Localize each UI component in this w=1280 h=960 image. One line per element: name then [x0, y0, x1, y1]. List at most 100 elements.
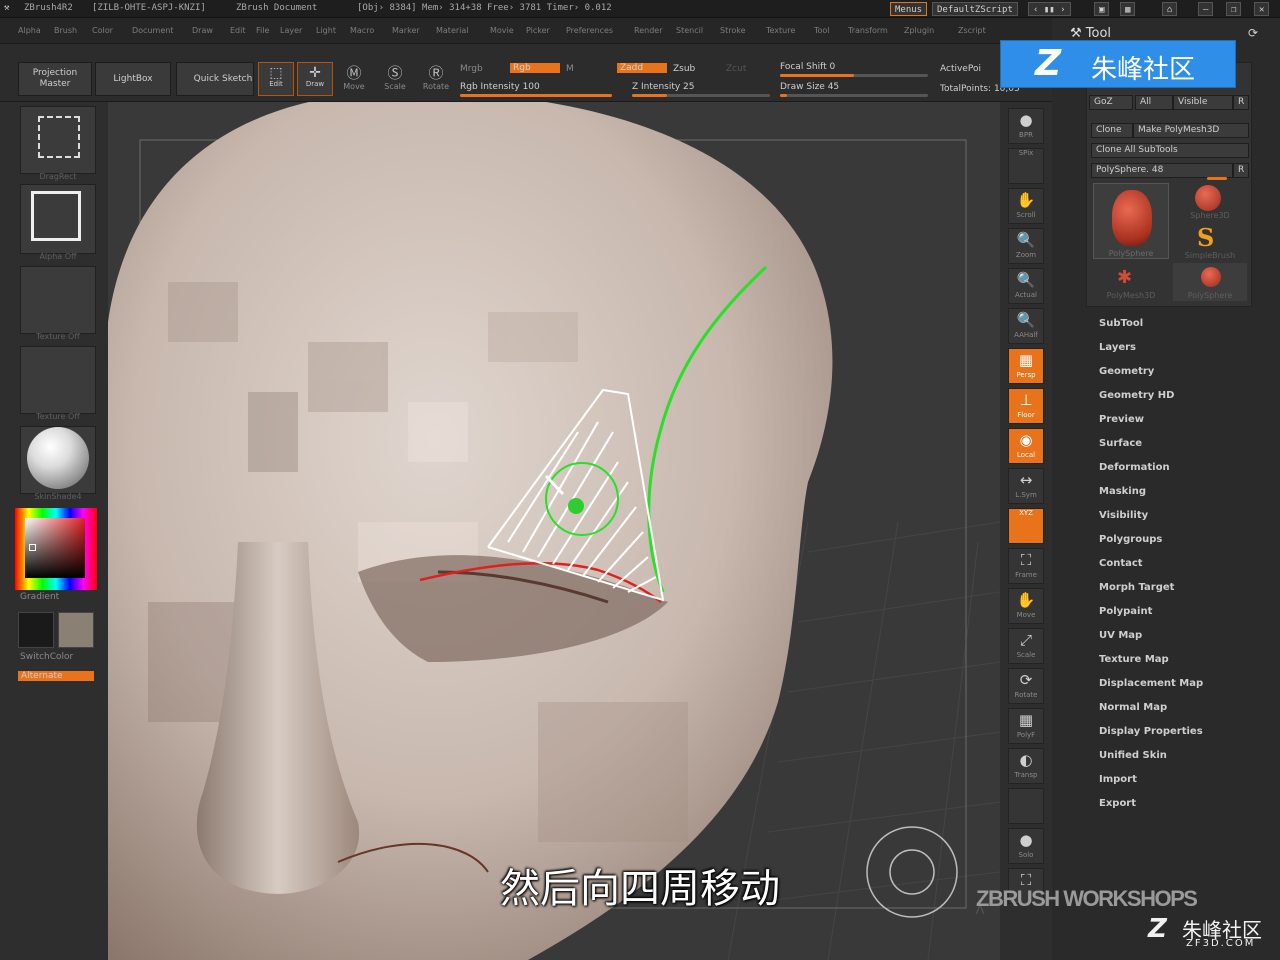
quick-sketch-button[interactable]: Quick Sketch [176, 62, 254, 96]
tool-menu-morph-target[interactable]: Morph Target [1099, 582, 1174, 593]
menu-render[interactable]: Render [634, 26, 662, 35]
tool-menu-layers[interactable]: Layers [1099, 342, 1136, 353]
menu-layer[interactable]: Layer [280, 26, 302, 35]
zoom-button[interactable]: 🔍 Zoom [1008, 228, 1044, 264]
goz-button[interactable]: GoZ [1089, 95, 1133, 110]
move-button[interactable]: Ⓜ Move [340, 64, 368, 91]
switchcolor-button[interactable]: SwitchColor [20, 652, 73, 662]
stroke-selector[interactable] [20, 106, 96, 174]
clone-button[interactable]: Clone [1091, 123, 1133, 138]
menu-texture[interactable]: Texture [766, 26, 795, 35]
make-polymesh-button[interactable]: Make PolyMesh3D [1133, 123, 1249, 138]
menu-zplugin[interactable]: Zplugin [904, 26, 934, 35]
refresh-icon[interactable]: ⟳ [1248, 26, 1258, 40]
menus-button[interactable]: Menus [890, 2, 928, 16]
nav-arrows-icon[interactable]: ‹ ▮▮ › [1028, 2, 1071, 16]
tool-menu-polypaint[interactable]: Polypaint [1099, 606, 1152, 617]
menu-file[interactable]: File [256, 26, 269, 35]
transp-button[interactable]: ◐ Transp [1008, 748, 1044, 784]
tool-menu-geometry[interactable]: Geometry [1099, 366, 1154, 377]
menu-transform[interactable]: Transform [848, 26, 888, 35]
default-script-button[interactable]: DefaultZScript [932, 2, 1018, 16]
color-picker-cursor[interactable] [29, 544, 36, 551]
rgb-toggle[interactable]: Rgb [510, 63, 560, 73]
menu-brush[interactable]: Brush [54, 26, 77, 35]
tool-menu-displacement-map[interactable]: Displacement Map [1099, 678, 1203, 689]
menu-light[interactable]: Light [316, 26, 336, 35]
simplebrush-thumb-icon[interactable]: S [1197, 223, 1214, 252]
tool-palette-title[interactable]: ⚒ Tool [1070, 26, 1111, 41]
menu-color[interactable]: Color [92, 26, 113, 35]
current-tool-slider[interactable]: PolySphere. 48 [1091, 163, 1233, 178]
tool-menu-contact[interactable]: Contact [1099, 558, 1143, 569]
main-color-swatch[interactable] [18, 612, 54, 648]
tool-menu-import[interactable]: Import [1099, 774, 1137, 785]
m-toggle[interactable]: M [566, 64, 574, 74]
scroll-button[interactable]: ✋ Scroll [1008, 188, 1044, 224]
tool-menu-texture-map[interactable]: Texture Map [1099, 654, 1169, 665]
rgb-intensity-track[interactable] [460, 94, 612, 97]
mrgb-toggle[interactable]: Mrgb [460, 64, 483, 74]
tool-menu-preview[interactable]: Preview [1099, 414, 1144, 425]
menu-preferences[interactable]: Preferences [566, 26, 613, 35]
z-intensity-slider[interactable]: Z Intensity 25 [632, 82, 695, 92]
current-tool-r-button[interactable]: R [1233, 163, 1249, 178]
tool-menu-visibility[interactable]: Visibility [1099, 510, 1148, 521]
polymesh-star-icon[interactable]: ✱ [1117, 267, 1132, 288]
zsub-toggle[interactable]: Zsub [673, 64, 695, 74]
z-intensity-track[interactable] [632, 94, 770, 97]
layout-icon[interactable]: ▣ [1094, 2, 1110, 16]
alpha-selector[interactable] [20, 184, 96, 254]
projection-master-button[interactable]: Projection Master [18, 62, 92, 96]
tool-thumb-polysphere-head[interactable] [1093, 183, 1169, 259]
tool-menu-subtool[interactable]: SubTool [1099, 318, 1143, 329]
persp-button[interactable]: ▦ Persp [1008, 348, 1044, 384]
palette-icon[interactable]: ▦ [1120, 2, 1136, 16]
tool-menu-uv-map[interactable]: UV Map [1099, 630, 1142, 641]
minimize-icon[interactable]: – [1198, 2, 1214, 16]
menu-stencil[interactable]: Stencil [676, 26, 703, 35]
color-picker[interactable] [15, 508, 97, 590]
gradient-toggle[interactable]: Gradient [20, 592, 59, 602]
tool-menu-unified-skin[interactable]: Unified Skin [1099, 750, 1167, 761]
menu-marker[interactable]: Marker [392, 26, 420, 35]
texture2-selector[interactable] [20, 346, 96, 414]
close-icon[interactable]: ✕ [1254, 2, 1270, 16]
rgb-intensity-slider[interactable]: Rgb Intensity 100 [460, 82, 540, 92]
scale-button[interactable]: ⤢ Scale [1008, 628, 1044, 664]
menu-zscript[interactable]: Zscript [958, 26, 986, 35]
aahalf-button[interactable]: 🔍 AAHalf [1008, 308, 1044, 344]
rotate-button[interactable]: ⟳ Rotate [1008, 668, 1044, 704]
material-selector[interactable] [20, 426, 96, 494]
canvas-viewport[interactable]: ⋀ [108, 102, 1000, 960]
zcut-toggle[interactable]: Zcut [726, 64, 746, 74]
tool-menu-surface[interactable]: Surface [1099, 438, 1142, 449]
rotate-button[interactable]: Ⓡ Rotate [420, 64, 452, 91]
floor-button[interactable]: ⊥ Floor [1008, 388, 1044, 424]
edit-button[interactable]: ⬚ Edit [258, 62, 294, 96]
restore-icon[interactable]: ❐ [1226, 2, 1242, 16]
move-button[interactable]: ✋ Move [1008, 588, 1044, 624]
tool-menu-normal-map[interactable]: Normal Map [1099, 702, 1167, 713]
menu-movie[interactable]: Movie [490, 26, 514, 35]
menu-stroke[interactable]: Stroke [720, 26, 746, 35]
zadd-toggle[interactable]: Zadd [617, 63, 667, 73]
sphere3d-thumb-icon[interactable] [1195, 185, 1221, 211]
frame-button[interactable]: ⛶ Frame [1008, 548, 1044, 584]
goz-r-button[interactable]: R [1233, 95, 1249, 110]
tool-menu-masking[interactable]: Masking [1099, 486, 1146, 497]
scale-button[interactable]: Ⓢ Scale [381, 64, 409, 91]
bpr-button[interactable]: ● BPR [1008, 108, 1044, 144]
tool-menu-geometry-hd[interactable]: Geometry HD [1099, 390, 1174, 401]
menu-material[interactable]: Material [436, 26, 469, 35]
tool-menu-polygroups[interactable]: Polygroups [1099, 534, 1162, 545]
texture-selector[interactable] [20, 266, 96, 334]
menu-alpha[interactable]: Alpha [18, 26, 41, 35]
spix-button[interactable]: SPix [1008, 148, 1044, 184]
goz-all-button[interactable]: All [1135, 95, 1173, 110]
focal-shift-track[interactable] [780, 74, 928, 77]
sculpt-canvas[interactable]: ⋀ [108, 102, 1000, 960]
tool-menu-deformation[interactable]: Deformation [1099, 462, 1170, 473]
alternate-toggle[interactable]: Alternate [18, 671, 94, 681]
draw-size-slider[interactable]: Draw Size 45 [780, 82, 839, 92]
